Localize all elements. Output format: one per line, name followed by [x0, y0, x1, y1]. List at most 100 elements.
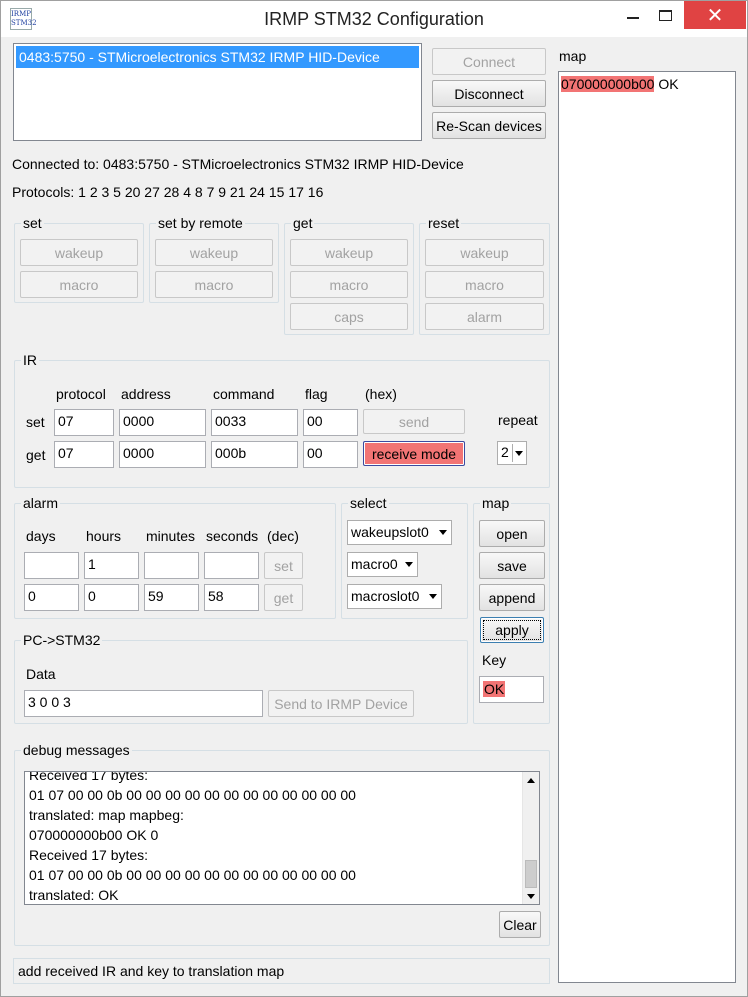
get-caps-button[interactable]: caps [290, 303, 408, 330]
macro-select[interactable]: macro0 [347, 552, 418, 577]
receive-mode-button[interactable]: receive mode [363, 441, 465, 466]
debug-scrollbar[interactable] [522, 772, 539, 904]
map-entry-key: OK [658, 76, 679, 92]
repeat-select[interactable]: 2 [497, 441, 527, 465]
ir-set-address-input[interactable]: 0000 [119, 409, 206, 436]
ir-command-header: command [213, 386, 275, 402]
connected-status: Connected to: 0483:5750 - STMicroelectro… [12, 156, 464, 172]
protocols-list: Protocols: 1 2 3 5 20 27 28 4 8 7 9 21 2… [12, 184, 324, 200]
reset-wakeup-button[interactable]: wakeup [425, 239, 544, 266]
ir-get-flag-input[interactable]: 00 [303, 441, 358, 468]
alarm-minutes-header: minutes [146, 528, 196, 544]
title-bar[interactable]: IRMP STM32 IRMP STM32 Configuration ✕ [1, 1, 747, 37]
alarm-get-minutes-input[interactable]: 59 [144, 584, 199, 611]
wakeup-slot-select[interactable]: wakeupslot0 [347, 520, 452, 545]
alarm-days-header: days [26, 528, 56, 544]
set-wakeup-button[interactable]: wakeup [20, 239, 138, 266]
ir-set-label: set [26, 414, 45, 430]
chevron-down-icon [527, 893, 535, 899]
ir-set-flag-input[interactable]: 00 [303, 409, 358, 436]
debug-line: 070000000b00 OK 0 [29, 827, 159, 843]
map-save-button[interactable]: save [479, 552, 545, 579]
get-group-title: get [291, 215, 315, 231]
macro-slot-dropdown-arrow[interactable] [426, 587, 440, 606]
alarm-get-button[interactable]: get [264, 584, 303, 611]
maximize-button[interactable] [649, 1, 681, 29]
reset-group-title: reset [426, 215, 462, 231]
main-window: IRMP STM32 IRMP STM32 Configuration ✕ 04… [0, 0, 748, 997]
ir-set-command-input[interactable]: 0033 [211, 409, 298, 436]
macro-dropdown-arrow[interactable] [402, 555, 416, 574]
ir-protocol-header: protocol [56, 386, 106, 402]
get-macro-button[interactable]: macro [290, 271, 408, 298]
set-by-remote-macro-button[interactable]: macro [155, 271, 273, 298]
macro-slot-select[interactable]: macroslot0 [347, 584, 442, 609]
alarm-get-hours-input[interactable]: 0 [84, 584, 139, 611]
device-list[interactable]: 0483:5750 - STMicroelectronics STM32 IRM… [13, 43, 422, 141]
repeat-label: repeat [498, 412, 538, 428]
ir-get-address-input[interactable]: 0000 [119, 441, 206, 468]
map-panel-title: map [559, 48, 587, 64]
debug-line: translated: OK [29, 887, 119, 903]
debug-line: 01 07 00 00 0b 00 00 00 00 00 00 00 00 0… [29, 867, 356, 883]
map-open-button[interactable]: open [479, 520, 545, 547]
ir-get-protocol-input[interactable]: 07 [54, 441, 114, 468]
map-apply-button[interactable]: apply [480, 617, 544, 643]
alarm-get-seconds-input[interactable]: 58 [204, 584, 259, 611]
ir-get-command-input[interactable]: 000b [211, 441, 298, 468]
ir-flag-header: flag [305, 386, 328, 402]
send-to-device-button[interactable]: Send to IRMP Device [268, 690, 414, 717]
debug-messages-box[interactable]: Received 17 bytes: 01 07 00 00 0b 00 00 … [24, 771, 540, 905]
map-list-item[interactable]: 070000000b00 OK [561, 76, 679, 92]
macro-slot-value: macroslot0 [351, 588, 420, 604]
chevron-up-icon [527, 777, 535, 783]
wakeup-slot-dropdown-arrow[interactable] [436, 523, 450, 542]
chevron-down-icon [515, 450, 523, 456]
alarm-set-button[interactable]: set [264, 552, 303, 579]
scroll-up-button[interactable] [523, 772, 539, 788]
alarm-get-days-input[interactable]: 0 [24, 584, 79, 611]
clear-button[interactable]: Clear [499, 911, 541, 938]
ir-send-button[interactable]: send [363, 409, 465, 434]
select-group-title: select [348, 495, 389, 511]
repeat-dropdown-arrow[interactable] [512, 444, 525, 462]
ir-address-header: address [121, 386, 171, 402]
debug-lines: Received 17 bytes: 01 07 00 00 0b 00 00 … [29, 772, 519, 904]
macro-value: macro0 [351, 556, 398, 572]
alarm-set-days-input[interactable] [24, 552, 79, 579]
alarm-group-title: alarm [21, 495, 61, 511]
debug-line: 01 07 00 00 0b 00 00 00 00 00 00 00 00 0… [29, 787, 356, 803]
set-macro-button[interactable]: macro [20, 271, 138, 298]
map-append-button[interactable]: append [479, 584, 545, 611]
connect-button[interactable]: Connect [432, 48, 546, 75]
close-icon: ✕ [706, 4, 724, 27]
alarm-set-seconds-input[interactable] [204, 552, 259, 579]
wakeup-slot-value: wakeupslot0 [351, 524, 429, 540]
key-label: Key [482, 652, 507, 668]
debug-line: Received 17 bytes: [29, 847, 149, 863]
map-entry-code: 070000000b00 [561, 76, 655, 92]
get-wakeup-button[interactable]: wakeup [290, 239, 408, 266]
key-input[interactable]: OK [479, 676, 544, 703]
map-list[interactable]: 070000000b00 OK [558, 71, 736, 983]
alarm-seconds-header: seconds [206, 528, 259, 544]
alarm-set-hours-input[interactable]: 1 [84, 552, 139, 579]
disconnect-button[interactable]: Disconnect [432, 80, 546, 107]
ir-group-title: IR [21, 352, 39, 368]
status-bar: add received IR and key to translation m… [13, 958, 550, 984]
scroll-down-button[interactable] [523, 888, 539, 904]
close-button[interactable]: ✕ [684, 1, 746, 29]
data-input[interactable]: 3 0 0 3 [24, 690, 263, 717]
ir-set-protocol-input[interactable]: 07 [54, 409, 114, 436]
minimize-button[interactable] [617, 1, 649, 29]
alarm-hours-header: hours [86, 528, 122, 544]
reset-alarm-button[interactable]: alarm [425, 303, 544, 330]
scroll-thumb[interactable] [525, 860, 537, 888]
rescan-devices-button[interactable]: Re-Scan devices [432, 112, 546, 139]
alarm-set-minutes-input[interactable] [144, 552, 199, 579]
repeat-select-value: 2 [501, 444, 509, 460]
reset-macro-button[interactable]: macro [425, 271, 544, 298]
ir-hex-label: (hex) [365, 386, 397, 402]
set-by-remote-wakeup-button[interactable]: wakeup [155, 239, 273, 266]
device-list-item[interactable]: 0483:5750 - STMicroelectronics STM32 IRM… [16, 46, 419, 68]
